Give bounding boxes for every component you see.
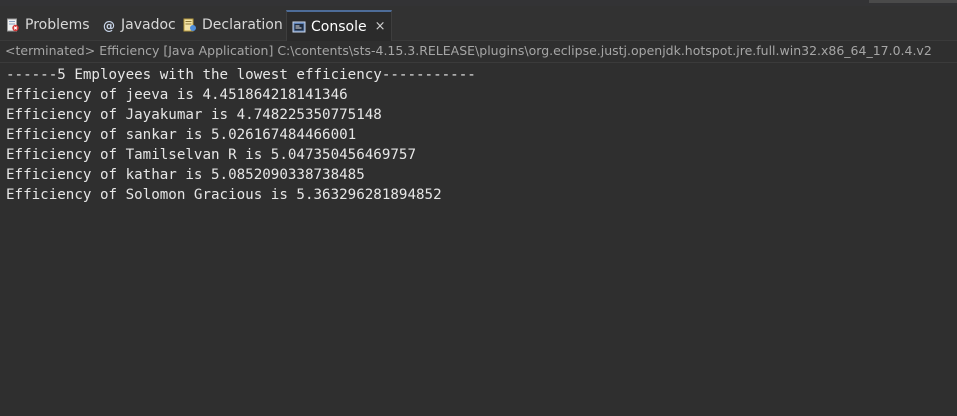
console-line: Efficiency of jeeva is 4.451864218141346 xyxy=(6,87,348,103)
tab-problems-label: Problems xyxy=(25,17,90,33)
svg-text:@: @ xyxy=(103,19,115,32)
javadoc-icon: @ xyxy=(103,19,115,32)
console-icon xyxy=(292,21,306,32)
console-line: Efficiency of Solomon Gracious is 5.3632… xyxy=(6,187,442,203)
tab-declaration-label: Declaration xyxy=(202,17,283,33)
console-line: Efficiency of sankar is 5.02616748446600… xyxy=(6,127,357,143)
console-output[interactable]: ------5 Employees with the lowest effici… xyxy=(0,62,957,416)
tab-problems[interactable]: Problems xyxy=(6,10,90,40)
tab-console-label: Console xyxy=(311,18,367,35)
console-line: Efficiency of Jayakumar is 4.74822535077… xyxy=(6,107,382,123)
view-tab-bar: Problems @ Javadoc Declaration Console × xyxy=(0,6,957,41)
top-strip-accent xyxy=(869,0,957,3)
console-line: Efficiency of kathar is 5.08520903387384… xyxy=(6,167,365,183)
tab-console[interactable]: Console × xyxy=(286,10,393,41)
console-line: ------5 Employees with the lowest effici… xyxy=(6,67,476,83)
tab-javadoc[interactable]: @ Javadoc xyxy=(102,10,176,40)
console-status-line: <terminated> Efficiency [Java Applicatio… xyxy=(0,41,957,61)
eclipse-console-view: Problems @ Javadoc Declaration Console ×… xyxy=(0,0,957,416)
tab-javadoc-label: Javadoc xyxy=(121,17,176,33)
problems-icon xyxy=(7,18,19,32)
tab-declaration[interactable]: Declaration xyxy=(183,10,283,40)
close-icon[interactable]: × xyxy=(375,19,386,34)
declaration-icon xyxy=(183,18,196,32)
console-line: Efficiency of Tamilselvan R is 5.0473504… xyxy=(6,147,416,163)
